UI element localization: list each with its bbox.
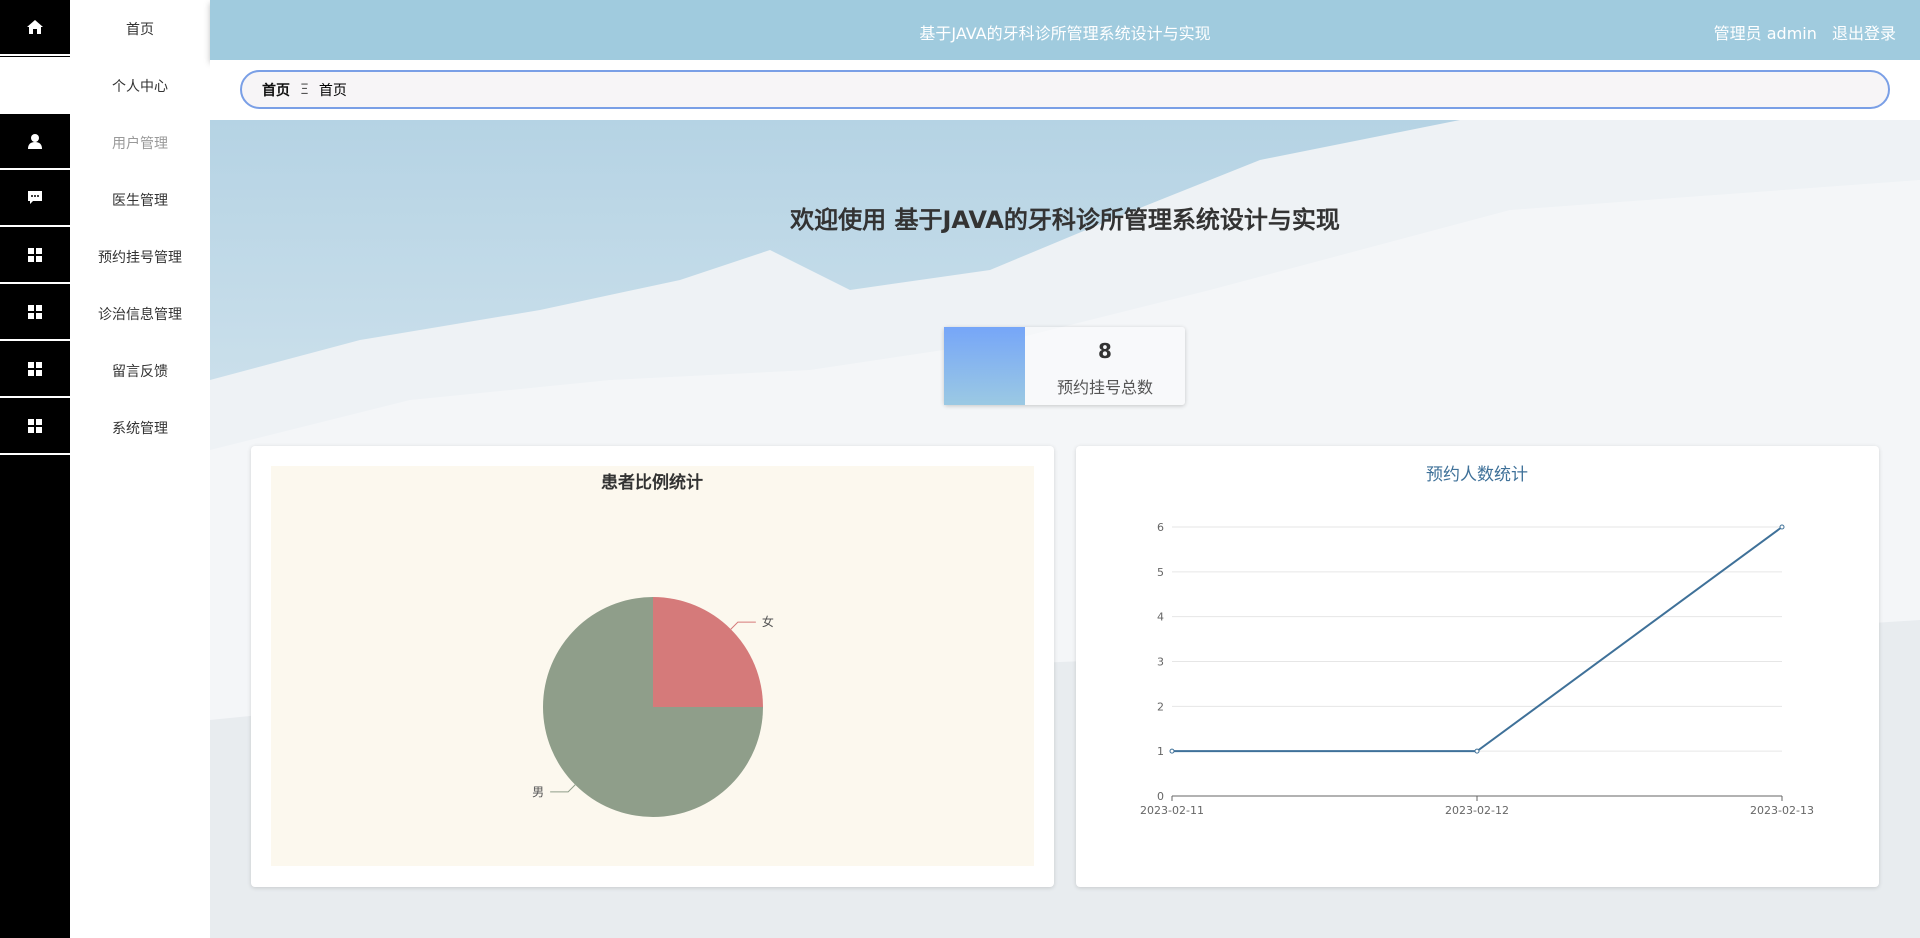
line-chart: 预约人数统计 0 1 2 3 4 5 6 2023-02-11 2023-02-12 2023-0… bbox=[1140, 465, 1814, 817]
grid-icon[interactable] bbox=[0, 342, 70, 398]
sidebar-item-home[interactable]: 首页 bbox=[70, 0, 210, 57]
pie-chart-area: 患者比例统计 女男 bbox=[271, 466, 1034, 866]
grid-icon[interactable] bbox=[0, 285, 70, 341]
y-tick-label: 3 bbox=[1157, 656, 1164, 669]
pie-label: 男 bbox=[532, 785, 544, 799]
pie-slice-0[interactable] bbox=[653, 597, 763, 707]
grid-icon[interactable] bbox=[0, 228, 70, 284]
breadcrumb-bar: 首页 Ξ 首页 bbox=[210, 60, 1920, 120]
breadcrumb-separator: Ξ bbox=[300, 81, 309, 98]
breadcrumb-root[interactable]: 首页 bbox=[262, 80, 290, 100]
y-tick-label: 4 bbox=[1157, 611, 1164, 624]
pie-chart-title: 患者比例统计 bbox=[601, 472, 703, 493]
sidebar-item-profile[interactable]: 个人中心 bbox=[70, 57, 210, 114]
x-tick-label: 2023-02-12 bbox=[1445, 804, 1509, 817]
top-header: 基于JAVA的牙科诊所管理系统设计与实现 管理员 admin 退出登录 bbox=[210, 0, 1920, 60]
y-tick-label: 5 bbox=[1157, 566, 1164, 579]
sidebar-item-appointments[interactable]: 预约挂号管理 bbox=[70, 228, 210, 285]
user-area: 管理员 admin 退出登录 bbox=[1704, 20, 1896, 44]
grid-icon[interactable] bbox=[0, 399, 70, 455]
current-user: 管理员 admin bbox=[1713, 24, 1817, 43]
sidebar-item-users[interactable]: 用户管理 bbox=[70, 114, 210, 171]
x-tick-label: 2023-02-11 bbox=[1140, 804, 1204, 817]
stat-color-block bbox=[944, 327, 1025, 405]
pie-chart: 患者比例统计 女男 bbox=[532, 472, 774, 817]
line-point[interactable] bbox=[1474, 748, 1480, 754]
sidebar-menu: 首页 个人中心 用户管理 医生管理 预约挂号管理 诊治信息管理 留言反馈 系统管… bbox=[70, 0, 210, 938]
app-title: 基于JAVA的牙科诊所管理系统设计与实现 bbox=[919, 24, 1211, 43]
user-icon[interactable] bbox=[0, 114, 70, 170]
pie-label: 女 bbox=[762, 614, 774, 629]
stat-label: 预约挂号总数 bbox=[1056, 378, 1153, 397]
pie-chart-panel: 患者比例统计 女男 bbox=[251, 446, 1054, 887]
y-tick-label: 0 bbox=[1157, 790, 1164, 803]
line-chart-title: 预约人数统计 bbox=[1426, 465, 1528, 485]
sidebar-item-feedback[interactable]: 留言反馈 bbox=[70, 342, 210, 399]
sidebar-item-treatment[interactable]: 诊治信息管理 bbox=[70, 285, 210, 342]
line-chart-panel: 预约人数统计 0 1 2 3 4 5 6 2023-02-11 2023-02-12 2023-0… bbox=[1076, 446, 1879, 887]
line-point[interactable] bbox=[1779, 524, 1785, 530]
line-point[interactable] bbox=[1169, 748, 1175, 754]
breadcrumb-current: 首页 bbox=[318, 82, 347, 99]
pie-label-line bbox=[550, 784, 576, 793]
pie-label-line bbox=[730, 621, 756, 630]
welcome-title: 欢迎使用 基于JAVA的牙科诊所管理系统设计与实现 bbox=[790, 206, 1340, 234]
appointment-total-card: 8 预约挂号总数 bbox=[944, 327, 1185, 405]
breadcrumb: 首页 Ξ 首页 bbox=[240, 70, 1890, 109]
y-tick-label: 2 bbox=[1157, 700, 1164, 713]
x-tick-label: 2023-02-13 bbox=[1750, 804, 1814, 817]
logout-button[interactable]: 退出登录 bbox=[1832, 24, 1896, 43]
sidebar-item-system[interactable]: 系统管理 bbox=[70, 399, 210, 456]
chat-icon[interactable] bbox=[0, 171, 70, 227]
y-tick-label: 1 bbox=[1157, 745, 1164, 758]
sidebar-icon-blank bbox=[0, 57, 70, 114]
line-series bbox=[1172, 526, 1783, 753]
stat-value: 8 bbox=[1098, 339, 1112, 363]
y-tick-label: 6 bbox=[1157, 521, 1164, 534]
sidebar-item-doctors[interactable]: 医生管理 bbox=[70, 171, 210, 228]
home-icon[interactable] bbox=[0, 0, 70, 56]
